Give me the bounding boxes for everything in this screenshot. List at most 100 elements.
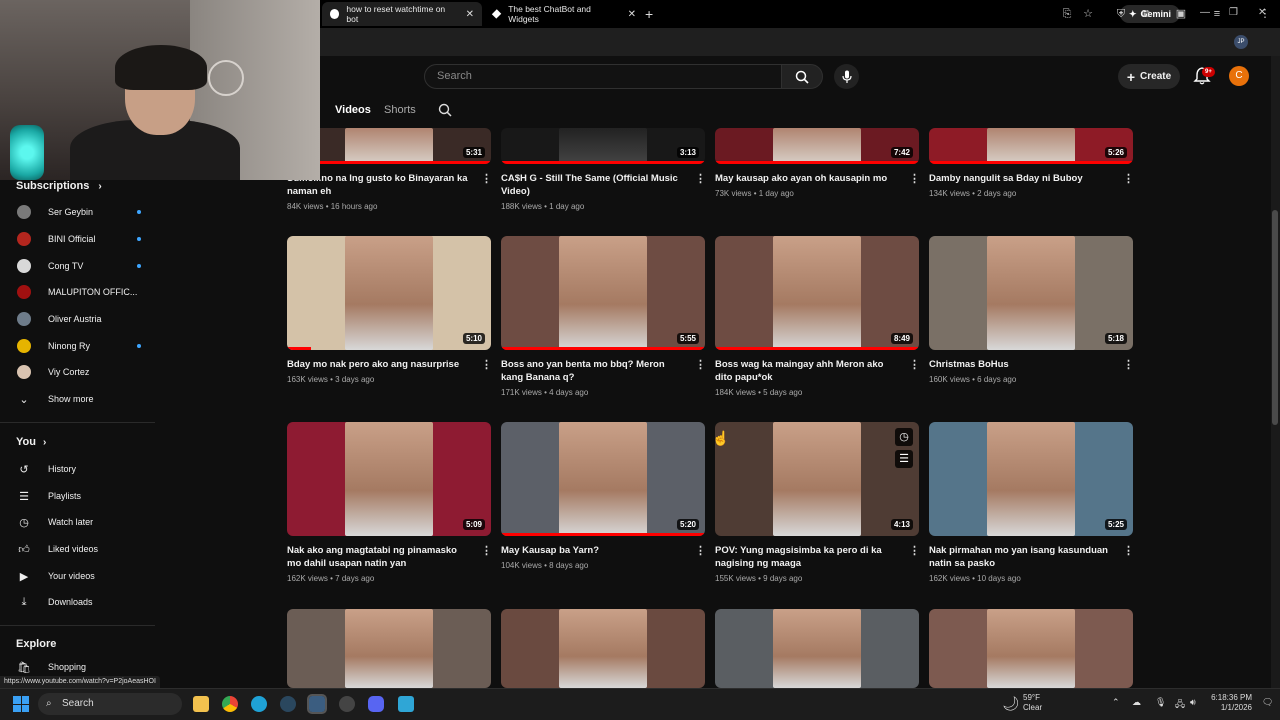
video-thumbnail[interactable]: 5:18 bbox=[929, 236, 1133, 350]
video-thumbnail[interactable]: 5:26 bbox=[929, 128, 1133, 164]
video-title[interactable]: Nak pirmahan mo yan isang kasunduan nati… bbox=[929, 544, 1111, 570]
video-thumbnail[interactable]: 5:20 bbox=[501, 422, 705, 536]
windows-start-icon[interactable] bbox=[13, 696, 29, 712]
video-title[interactable]: CA$H G - Still The Same (Official Music … bbox=[501, 172, 683, 198]
sidebar-item-ninong-ry[interactable]: Ninong Ry bbox=[16, 337, 141, 355]
network-icon[interactable]: 🖧 bbox=[1175, 697, 1185, 713]
video-thumbnail[interactable] bbox=[929, 609, 1133, 688]
sidebar-item-viy-cortez[interactable]: Viy Cortez bbox=[16, 363, 141, 381]
obs-icon[interactable] bbox=[339, 696, 355, 712]
more-actions-icon[interactable]: ⋮ bbox=[909, 544, 920, 557]
sidebar-item-bini-official[interactable]: BINI Official bbox=[16, 230, 141, 248]
sidebar-item-watch-later[interactable]: ◷ Watch later bbox=[16, 513, 141, 531]
scrollbar-thumb[interactable] bbox=[1272, 210, 1278, 425]
notepad-icon[interactable] bbox=[398, 696, 414, 712]
more-actions-icon[interactable]: ⋮ bbox=[1123, 172, 1134, 185]
extensions-icon[interactable]: ⧉ bbox=[1139, 7, 1153, 21]
account-avatar[interactable]: C bbox=[1229, 66, 1249, 86]
search-button[interactable] bbox=[781, 64, 823, 89]
subscriptions-header[interactable]: Subscriptions › bbox=[16, 180, 102, 192]
more-actions-icon[interactable]: ⋮ bbox=[481, 358, 492, 371]
video-title[interactable]: POV: Yung magsisimba ka pero di ka nagis… bbox=[715, 544, 897, 570]
more-actions-icon[interactable]: ⋮ bbox=[695, 544, 706, 557]
more-actions-icon[interactable]: ⋮ bbox=[481, 544, 492, 557]
video-title[interactable]: Nak ako ang magtatabi ng pinamasko mo da… bbox=[287, 544, 469, 570]
video-thumbnail[interactable]: 4:13 ◷ ☰ bbox=[715, 422, 919, 536]
video-title[interactable]: Boss wag ka maingay ahh Meron ako dito p… bbox=[715, 358, 897, 384]
video-thumbnail[interactable]: 5:55 bbox=[501, 236, 705, 350]
file-explorer-icon[interactable] bbox=[193, 696, 209, 712]
you-header[interactable]: You › bbox=[16, 436, 46, 448]
channel-search-icon[interactable] bbox=[438, 103, 452, 117]
shield-extension-icon[interactable]: ⛨ bbox=[1114, 7, 1128, 21]
notification-center-icon[interactable]: 🗨 bbox=[1262, 697, 1273, 708]
sidebar-item-downloads[interactable]: ⤓ Downloads bbox=[16, 593, 141, 611]
video-thumbnail[interactable]: 5:10 bbox=[287, 236, 491, 350]
video-thumbnail[interactable] bbox=[715, 609, 919, 688]
browser-tab-2[interactable]: The best ChatBot and Widgets ✕ bbox=[484, 2, 644, 26]
edge-icon[interactable] bbox=[251, 696, 267, 712]
search-input[interactable]: Search bbox=[424, 64, 782, 89]
video-thumbnail[interactable]: 8:49 bbox=[715, 236, 919, 350]
steam-icon[interactable] bbox=[280, 696, 296, 712]
system-clock[interactable]: 6:18:36 PM 1/1/2026 bbox=[1206, 693, 1252, 713]
video-title[interactable]: Damby nangulit sa Bday ni Buboy bbox=[929, 172, 1111, 185]
browser-tab-1[interactable]: how to reset watchtime on bot ✕ bbox=[322, 2, 482, 26]
watch-later-icon[interactable]: ◷ bbox=[895, 428, 913, 446]
video-title[interactable]: Boss ano yan benta mo bbq? Meron kang Ba… bbox=[501, 358, 683, 384]
video-title[interactable]: Christmas BoHus bbox=[929, 358, 1111, 371]
weather-widget[interactable]: 59°F Clear bbox=[1023, 693, 1042, 713]
minimize-icon[interactable]: — bbox=[1200, 7, 1210, 18]
bookmark-star-icon[interactable]: ☆ bbox=[1081, 7, 1095, 21]
video-thumbnail[interactable]: 5:25 bbox=[929, 422, 1133, 536]
address-bar[interactable] bbox=[320, 28, 1280, 56]
volume-icon[interactable]: 🔊︎ bbox=[1190, 697, 1196, 708]
sidebar-item-ser-geybin[interactable]: Ser Geybin bbox=[16, 203, 141, 221]
sidebar-panel-icon[interactable]: ▣ bbox=[1174, 7, 1188, 21]
add-to-queue-icon[interactable]: ☰ bbox=[895, 450, 913, 468]
more-actions-icon[interactable]: ⋮ bbox=[695, 172, 706, 185]
more-actions-icon[interactable]: ⋮ bbox=[909, 172, 920, 185]
sidebar-item-history[interactable]: ↺ History bbox=[16, 460, 141, 478]
media-controls-icon[interactable]: ≡ bbox=[1210, 7, 1224, 21]
sidebar-item-shopping[interactable]: 🛍︎ Shopping bbox=[16, 658, 141, 676]
restore-icon[interactable]: ❐ bbox=[1229, 7, 1238, 18]
video-title[interactable]: May Kausap ba Yarn? bbox=[501, 544, 683, 557]
more-actions-icon[interactable]: ⋮ bbox=[1123, 358, 1134, 371]
tab-shorts[interactable]: Shorts bbox=[384, 104, 416, 116]
video-thumbnail[interactable]: 3:13 bbox=[501, 128, 705, 164]
taskbar-search[interactable]: Search bbox=[38, 693, 182, 715]
tab-videos[interactable]: Videos bbox=[335, 104, 371, 116]
tray-app-icon[interactable]: ☁ bbox=[1132, 697, 1141, 708]
more-actions-icon[interactable]: ⋮ bbox=[481, 172, 492, 185]
sidebar-item-malupiton[interactable]: MALUPITON OFFIC... bbox=[16, 283, 141, 301]
sidebar-item-liked-videos[interactable]: 👍︎ Liked videos bbox=[16, 540, 141, 558]
new-tab-icon[interactable]: + bbox=[645, 6, 653, 22]
microphone-tray-icon[interactable]: 🎙︎ bbox=[1155, 697, 1166, 708]
browser-menu-icon[interactable]: ⋮ bbox=[1258, 7, 1272, 21]
steam-active-icon[interactable] bbox=[307, 694, 327, 714]
install-app-icon[interactable]: ⎘ bbox=[1060, 7, 1074, 21]
video-thumbnail[interactable] bbox=[501, 609, 705, 688]
sidebar-item-cong-tv[interactable]: Cong TV bbox=[16, 257, 141, 275]
close-tab-icon[interactable]: ✕ bbox=[466, 9, 474, 20]
browser-profile-avatar[interactable]: JP bbox=[1234, 35, 1248, 49]
sidebar-item-your-videos[interactable]: ▶ Your videos bbox=[16, 567, 141, 585]
create-button[interactable]: + Create bbox=[1118, 64, 1180, 89]
show-more-button[interactable]: ⌄ Show more bbox=[16, 390, 141, 408]
discord-icon[interactable] bbox=[368, 696, 384, 712]
more-actions-icon[interactable]: ⋮ bbox=[695, 358, 706, 371]
sidebar-item-oliver-austria[interactable]: Oliver Austria bbox=[16, 310, 141, 328]
more-actions-icon[interactable]: ⋮ bbox=[909, 358, 920, 371]
sidebar-item-playlists[interactable]: ☰ Playlists bbox=[16, 487, 141, 505]
video-title[interactable]: Bday mo nak pero ako ang nasurprise bbox=[287, 358, 469, 371]
video-thumbnail[interactable]: 5:09 bbox=[287, 422, 491, 536]
more-actions-icon[interactable]: ⋮ bbox=[1123, 544, 1134, 557]
video-title[interactable]: May kausap ako ayan oh kausapin mo bbox=[715, 172, 897, 185]
chrome-icon[interactable] bbox=[222, 696, 238, 712]
voice-search-button[interactable] bbox=[834, 64, 859, 89]
tray-chevron-icon[interactable]: ⌃ bbox=[1112, 697, 1120, 708]
video-thumbnail[interactable]: 7:42 bbox=[715, 128, 919, 164]
close-tab-icon[interactable]: ✕ bbox=[628, 9, 636, 20]
video-thumbnail[interactable] bbox=[287, 609, 491, 688]
